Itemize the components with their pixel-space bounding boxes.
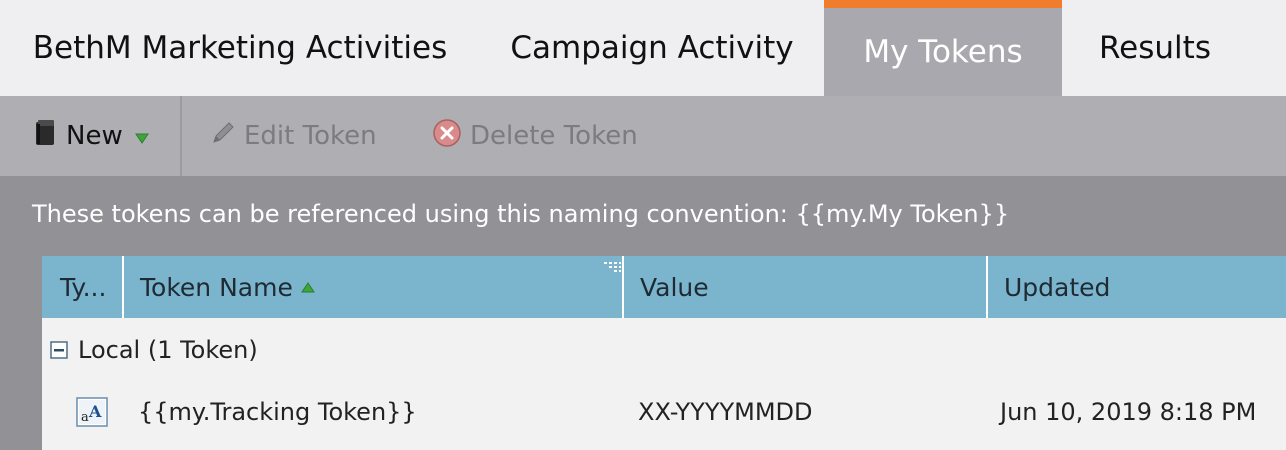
tab-bethm-marketing-activities[interactable]: BethM Marketing Activities — [0, 0, 480, 96]
new-label: New — [66, 121, 123, 151]
tab-label: BethM Marketing Activities — [32, 30, 448, 66]
tab-label: Campaign Activity — [510, 30, 794, 66]
token-updated-cell: Jun 10, 2019 8:18 PM — [1000, 398, 1257, 426]
table-row[interactable]: a A {{my.Tracking Token}} XX-YYYYMMDD Ju… — [42, 382, 1286, 442]
svg-text:A: A — [88, 402, 102, 421]
grid-header: Ty... Token Name Value Updated — [42, 256, 1286, 318]
tab-my-tokens[interactable]: My Tokens — [824, 0, 1062, 96]
token-name-cell: {{my.Tracking Token}} — [138, 398, 417, 426]
column-header-label: Token Name — [140, 272, 293, 302]
column-header-label: Value — [640, 272, 709, 302]
column-divider[interactable] — [122, 256, 124, 318]
chevron-down-icon[interactable] — [134, 121, 149, 151]
svg-text:a: a — [81, 410, 89, 425]
tokens-grid: Ty... Token Name Value Updated Local (1 … — [42, 256, 1286, 450]
delete-token-label: Delete Token — [470, 121, 638, 151]
book-icon — [34, 119, 58, 154]
column-header-label: Updated — [1004, 272, 1111, 302]
group-row-local[interactable]: Local (1 Token) — [42, 318, 1286, 382]
edit-token-label: Edit Token — [244, 121, 377, 151]
column-divider[interactable] — [986, 256, 988, 318]
delete-token-button[interactable]: Delete Token — [432, 96, 638, 176]
text-token-icon: a A — [76, 382, 108, 442]
toolbar: New Edit Token Delete Token — [0, 96, 1286, 176]
column-menu-icon[interactable] — [602, 260, 622, 276]
column-header-token-name[interactable]: Token Name — [140, 256, 620, 318]
toolbar-divider — [180, 96, 182, 176]
tab-results[interactable]: Results — [1062, 0, 1248, 96]
tab-campaign-activity[interactable]: Campaign Activity — [480, 0, 824, 96]
sort-ascending-icon — [300, 281, 315, 293]
token-value-cell: XX-YYYYMMDD — [638, 398, 813, 426]
group-label: Local (1 Token) — [78, 336, 258, 364]
column-divider[interactable] — [622, 256, 624, 318]
new-button[interactable]: New — [34, 96, 157, 176]
pencil-icon — [210, 120, 236, 153]
tab-label: Results — [1099, 30, 1211, 66]
tokens-panel: These tokens can be referenced using thi… — [0, 176, 1286, 450]
column-header-type[interactable]: Ty... — [60, 256, 122, 318]
column-header-value[interactable]: Value — [640, 256, 980, 318]
naming-convention-hint: These tokens can be referenced using thi… — [32, 200, 1010, 228]
tab-label: My Tokens — [863, 34, 1023, 70]
delete-x-icon — [432, 118, 462, 155]
collapse-icon[interactable] — [50, 341, 68, 359]
column-header-label: Ty... — [60, 272, 107, 302]
edit-token-button[interactable]: Edit Token — [210, 96, 377, 176]
column-header-updated[interactable]: Updated — [1004, 256, 1284, 318]
tab-bar: BethM Marketing Activities Campaign Acti… — [0, 0, 1286, 96]
